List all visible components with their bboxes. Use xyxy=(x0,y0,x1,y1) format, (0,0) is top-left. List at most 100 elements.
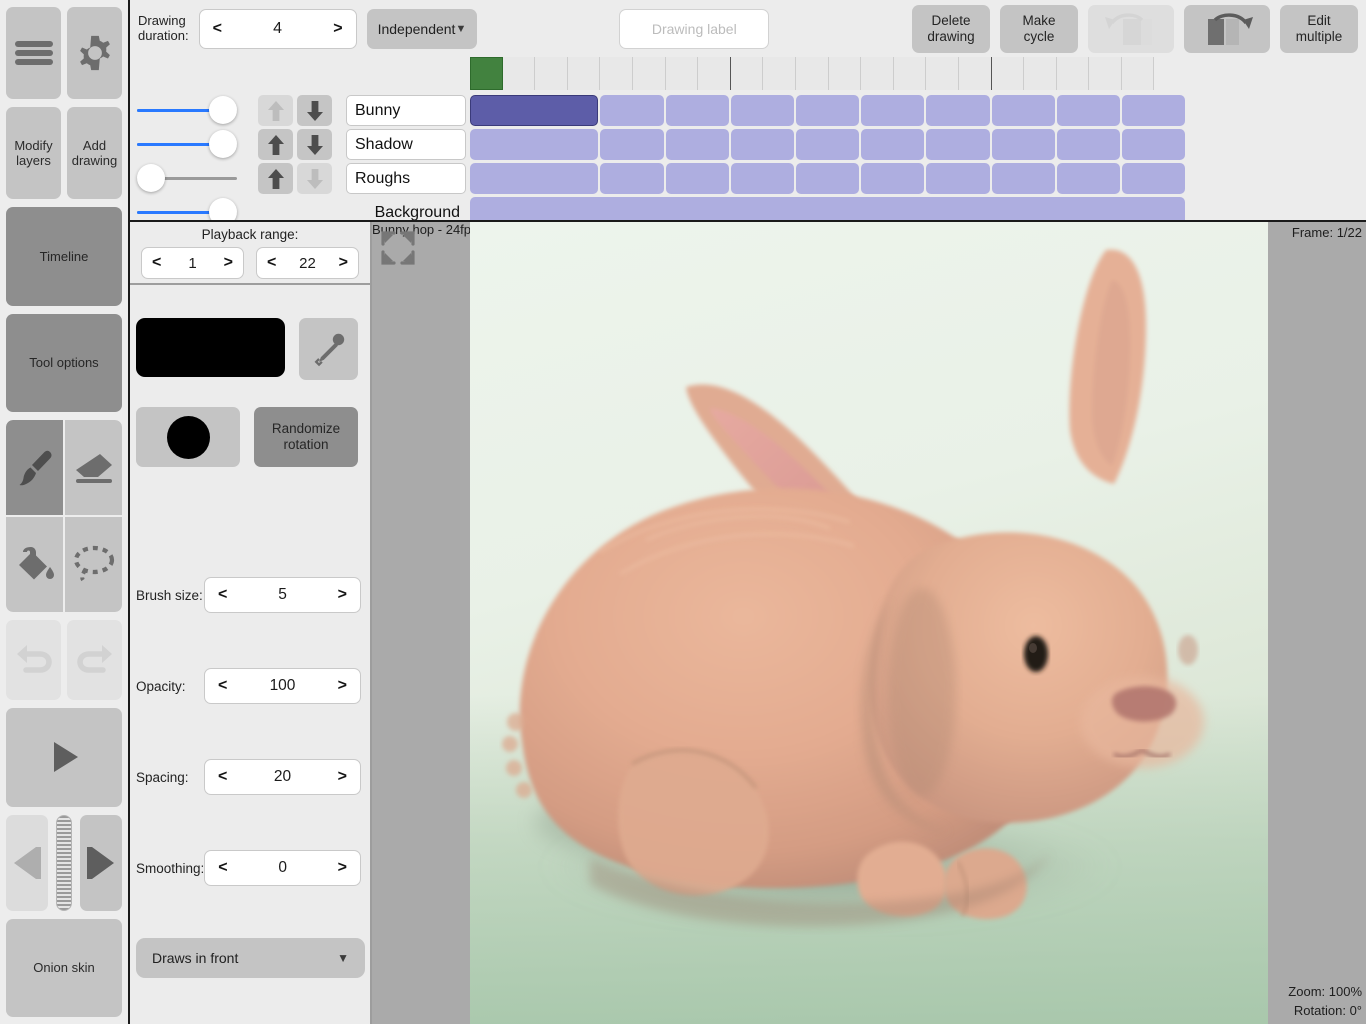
frame-cell[interactable] xyxy=(1057,163,1120,194)
ruler-tick[interactable] xyxy=(503,57,536,90)
setting-decrement[interactable]: < xyxy=(218,768,227,786)
move-drawing-right-button[interactable] xyxy=(1184,5,1270,53)
frame-scrubber-handle[interactable] xyxy=(56,815,72,911)
frame-cell[interactable] xyxy=(861,163,924,194)
frame-cell[interactable] xyxy=(600,163,663,194)
frame-cell[interactable] xyxy=(666,163,729,194)
drawing-canvas[interactable] xyxy=(470,222,1268,1024)
frame-cell[interactable] xyxy=(666,129,729,160)
layer-opacity-slider[interactable] xyxy=(135,94,240,127)
setting-stepper[interactable]: <5> xyxy=(204,577,361,613)
setting-stepper[interactable]: <20> xyxy=(204,759,361,795)
next-frame-button[interactable] xyxy=(80,815,122,911)
frame-cell[interactable] xyxy=(600,95,663,126)
tool-brush[interactable] xyxy=(6,420,63,515)
ruler-tick[interactable] xyxy=(861,57,894,90)
setting-decrement[interactable]: < xyxy=(218,677,227,695)
slider-knob[interactable] xyxy=(209,96,237,124)
timeline-panel[interactable]: BunnyShadowRoughsBackground xyxy=(130,57,1366,222)
ruler-tick[interactable] xyxy=(1057,57,1090,90)
frame-cell[interactable] xyxy=(731,163,794,194)
sidebar-item-timeline[interactable]: Timeline xyxy=(6,207,122,306)
selected-frame-cell[interactable] xyxy=(470,95,598,126)
move-layer-down-button[interactable] xyxy=(297,129,332,160)
frame-cell[interactable] xyxy=(666,95,729,126)
playback-start-decrement[interactable]: < xyxy=(152,254,161,272)
frame-cell[interactable] xyxy=(1122,163,1185,194)
frame-cell[interactable] xyxy=(1057,95,1120,126)
ruler-tick[interactable] xyxy=(568,57,601,90)
canvas-area[interactable]: Frame: 1/22 Zoom: 100% Rotation: 0° Bunn… xyxy=(372,222,1366,1024)
ruler-tick[interactable] xyxy=(1089,57,1122,90)
previous-frame-button[interactable] xyxy=(6,815,48,911)
frame-cell[interactable] xyxy=(992,95,1055,126)
frame-cell[interactable] xyxy=(731,129,794,160)
frame-cell[interactable] xyxy=(926,95,989,126)
frame-cell[interactable] xyxy=(796,95,859,126)
frame-cell[interactable] xyxy=(1122,129,1185,160)
move-layer-up-button[interactable] xyxy=(258,129,293,160)
ruler-tick[interactable] xyxy=(731,57,764,90)
settings-button[interactable] xyxy=(67,7,122,99)
setting-increment[interactable]: > xyxy=(338,677,347,695)
ruler-tick[interactable] xyxy=(1122,57,1155,90)
playback-start-increment[interactable]: > xyxy=(224,254,233,272)
ruler-tick[interactable] xyxy=(796,57,829,90)
playback-start-stepper[interactable]: < 1 > xyxy=(141,247,244,279)
ruler-tick[interactable] xyxy=(1024,57,1057,90)
frame-cell[interactable] xyxy=(731,95,794,126)
expand-canvas-icon[interactable] xyxy=(378,228,418,268)
frame-cell[interactable] xyxy=(470,197,1185,222)
ruler-tick[interactable] xyxy=(763,57,796,90)
frame-cell[interactable] xyxy=(796,129,859,160)
frame-cell[interactable] xyxy=(470,163,598,194)
menu-button[interactable] xyxy=(6,7,61,99)
slider-knob[interactable] xyxy=(209,198,237,222)
move-layer-down-button[interactable] xyxy=(297,95,332,126)
setting-increment[interactable]: > xyxy=(338,859,347,877)
ruler-tick[interactable] xyxy=(633,57,666,90)
ruler-tick[interactable] xyxy=(666,57,699,90)
setting-decrement[interactable]: < xyxy=(218,586,227,604)
playback-end-decrement[interactable]: < xyxy=(267,254,276,272)
setting-increment[interactable]: > xyxy=(338,768,347,786)
color-swatch[interactable] xyxy=(136,318,285,377)
frame-cell[interactable] xyxy=(470,129,598,160)
current-frame-marker[interactable] xyxy=(470,57,503,90)
layer-opacity-slider[interactable] xyxy=(135,128,240,161)
layer-name-field[interactable]: Shadow xyxy=(346,129,466,160)
playback-end-stepper[interactable]: < 22 > xyxy=(256,247,359,279)
drawing-duration-stepper[interactable]: < 4 > xyxy=(199,9,357,49)
slider-knob[interactable] xyxy=(209,130,237,158)
tool-paint-bucket[interactable] xyxy=(6,517,63,612)
eyedropper-button[interactable] xyxy=(299,318,358,380)
randomize-rotation-button[interactable]: Randomize rotation xyxy=(254,407,358,467)
duration-increment[interactable]: > xyxy=(333,20,342,38)
frame-cell[interactable] xyxy=(861,129,924,160)
frame-cell[interactable] xyxy=(926,163,989,194)
modify-layers-button[interactable]: Modify layers xyxy=(6,107,61,199)
delete-drawing-button[interactable]: Delete drawing xyxy=(912,5,990,53)
playback-end-increment[interactable]: > xyxy=(339,254,348,272)
frame-cell[interactable] xyxy=(1057,129,1120,160)
slider-knob[interactable] xyxy=(137,164,165,192)
add-drawing-button[interactable]: Add drawing xyxy=(67,107,122,199)
frame-cell[interactable] xyxy=(600,129,663,160)
onion-skin-button[interactable]: Onion skin xyxy=(6,919,122,1018)
redo-button[interactable] xyxy=(67,620,122,700)
layer-opacity-slider[interactable] xyxy=(135,196,240,222)
ruler-tick[interactable] xyxy=(926,57,959,90)
frame-cell[interactable] xyxy=(796,163,859,194)
layer-name-field[interactable]: Roughs xyxy=(346,163,466,194)
ruler-tick[interactable] xyxy=(535,57,568,90)
ruler-tick[interactable] xyxy=(829,57,862,90)
setting-increment[interactable]: > xyxy=(338,586,347,604)
frame-cell[interactable] xyxy=(861,95,924,126)
ruler-tick[interactable] xyxy=(600,57,633,90)
duration-decrement[interactable]: < xyxy=(213,20,222,38)
drawing-label-input[interactable]: Drawing label xyxy=(619,9,769,49)
play-button[interactable] xyxy=(6,708,122,807)
brush-tip-preview[interactable] xyxy=(136,407,240,467)
ruler-tick[interactable] xyxy=(698,57,731,90)
ruler-tick[interactable] xyxy=(992,57,1025,90)
